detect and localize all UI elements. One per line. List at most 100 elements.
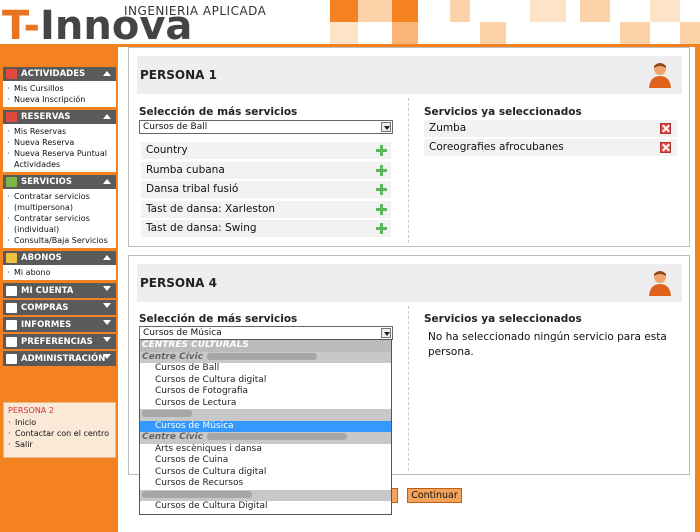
available-service-row: Rumba cubana bbox=[141, 162, 391, 179]
user-link-salir[interactable]: · Salir bbox=[8, 439, 111, 450]
logo[interactable]: T- Innova bbox=[2, 3, 193, 44]
dropdown-subgroup bbox=[140, 489, 391, 501]
chevron-up-icon bbox=[103, 114, 111, 119]
card-icon bbox=[6, 253, 17, 263]
sidebar-section-preferencias[interactable]: PREFERENCIAS bbox=[3, 334, 116, 349]
sidebar-item-nueva-reserva[interactable]: · Nueva Reserva bbox=[7, 137, 116, 148]
sidebar-section-reservas[interactable]: RESERVAS bbox=[3, 110, 116, 124]
available-service-row: Tast de dansa: Xarleston bbox=[141, 201, 391, 218]
dropdown-option[interactable]: Cursos de Recursos bbox=[140, 478, 391, 490]
more-services-label: Selección de más servicios bbox=[139, 106, 298, 118]
chevron-down-icon bbox=[103, 320, 111, 325]
dropdown-option[interactable]: Cursos de Lectura bbox=[140, 398, 391, 410]
sidebar-section-informes[interactable]: INFORMES bbox=[3, 317, 116, 332]
user-icon bbox=[6, 285, 17, 296]
sidebar-item-consulta-baja[interactable]: · Consulta/Baja Servicios bbox=[7, 235, 116, 246]
sidebar-section-servicios[interactable]: SERVICIOS bbox=[3, 175, 116, 189]
column-divider bbox=[408, 98, 409, 243]
delete-icon[interactable] bbox=[660, 142, 671, 153]
right-band bbox=[695, 44, 700, 532]
chart-icon bbox=[6, 319, 17, 330]
sidebar-section-actividades[interactable]: ACTIVIDADES bbox=[3, 67, 116, 81]
dropdown-subgroup bbox=[140, 409, 391, 421]
redacted-text bbox=[207, 433, 348, 440]
panel-header: PERSONA 1 bbox=[137, 56, 682, 94]
selected-services-label: Servicios ya seleccionados bbox=[424, 313, 582, 325]
chevron-down-icon bbox=[103, 354, 111, 359]
user-box: PERSONA 2 · Inicio · Contactar con el cent… bbox=[3, 402, 116, 458]
service-dropdown-list[interactable]: CENTRES CULTURALS Centre Cívic Cursos de… bbox=[139, 339, 392, 515]
selected-service-row: Zumba bbox=[424, 120, 677, 137]
dropdown-option[interactable]: Cursos de Cultura Digital bbox=[140, 501, 391, 513]
dropdown-option[interactable]: Cursos de Cultura digital bbox=[140, 375, 391, 387]
admin-icon bbox=[6, 353, 17, 364]
chevron-down-icon bbox=[103, 337, 111, 342]
calendar-icon bbox=[6, 69, 17, 79]
dropdown-group: CENTRES CULTURALS bbox=[140, 340, 391, 352]
sidebar-section-compras[interactable]: COMPRAS bbox=[3, 300, 116, 315]
panel-title: PERSONA 4 bbox=[140, 276, 217, 290]
sidebar-section-abonos[interactable]: ABONOS bbox=[3, 251, 116, 265]
calendar-icon bbox=[6, 112, 17, 122]
sidebar-item-contratar-multipersona[interactable]: · Contratar servicios (multipersona) bbox=[7, 191, 116, 213]
dropdown-option[interactable]: Cursos de Cultura digital bbox=[140, 467, 391, 479]
chevron-up-icon bbox=[103, 255, 111, 260]
service-select[interactable]: Cursos de Música bbox=[139, 326, 393, 340]
sidebar-item-nueva-reserva-puntual[interactable]: · Nueva Reserva Puntual Actividades bbox=[7, 148, 116, 170]
dropdown-option[interactable]: Cursos de Ball bbox=[140, 363, 391, 375]
user-avatar-icon bbox=[649, 63, 671, 88]
available-service-row: Country bbox=[141, 142, 391, 159]
header-decoration bbox=[290, 0, 700, 44]
add-icon[interactable] bbox=[376, 204, 387, 215]
add-icon[interactable] bbox=[376, 145, 387, 156]
list-icon bbox=[6, 177, 17, 187]
more-services-label: Selección de más servicios bbox=[139, 313, 298, 325]
add-icon[interactable] bbox=[376, 165, 387, 176]
sidebar-items-abonos: · Mi abono bbox=[3, 265, 116, 280]
dropdown-option[interactable]: Cursos de Cuina bbox=[140, 455, 391, 467]
sidebar-item-mis-reservas[interactable]: · Mis Reservas bbox=[7, 126, 116, 137]
redacted-text bbox=[207, 352, 318, 360]
chevron-up-icon bbox=[103, 71, 111, 76]
empty-selection-message: No ha seleccionado ningún servicio para … bbox=[428, 331, 667, 358]
add-icon[interactable] bbox=[376, 184, 387, 195]
available-service-row: Dansa tribal fusió bbox=[141, 181, 391, 198]
panel-title: PERSONA 1 bbox=[140, 68, 217, 82]
app-header: INGENIERIA APLICADA T- Innova bbox=[0, 0, 700, 44]
gear-icon bbox=[6, 336, 17, 347]
sidebar-item-nueva-inscripcion[interactable]: · Nueva Inscripción bbox=[7, 94, 116, 105]
user-avatar-icon bbox=[649, 271, 671, 296]
current-user: PERSONA 2 bbox=[8, 406, 54, 415]
dropdown-arrow-icon bbox=[381, 122, 391, 132]
column-divider bbox=[408, 306, 409, 471]
user-link-inicio[interactable]: · Inicio bbox=[8, 417, 111, 428]
panel-header: PERSONA 4 bbox=[137, 264, 682, 302]
add-icon[interactable] bbox=[376, 223, 387, 234]
dropdown-option[interactable]: Arts escèniques i dansa bbox=[140, 444, 391, 456]
logo-word: Innova bbox=[40, 3, 193, 44]
dropdown-option-selected[interactable]: Cursos de Música bbox=[140, 420, 391, 432]
logo-t: T- bbox=[2, 3, 41, 44]
sidebar-item-mis-cursillos[interactable]: · Mis Cursillos bbox=[7, 83, 116, 94]
sidebar-items-reservas: · Mis Reservas · Nueva Reserva · Nueva Rese… bbox=[3, 124, 116, 172]
chevron-down-icon bbox=[103, 286, 111, 291]
continue-button[interactable]: Continuar bbox=[407, 488, 462, 503]
service-select[interactable]: Cursos de Ball bbox=[139, 120, 393, 134]
available-service-row: Tast de dansa: Swing bbox=[141, 220, 391, 237]
delete-icon[interactable] bbox=[660, 123, 671, 134]
dropdown-arrow-icon bbox=[381, 328, 391, 338]
sidebar-item-contratar-individual[interactable]: · Contratar servicios (individual) bbox=[7, 213, 116, 235]
persona-panel: PERSONA 1 Selección de más servicios Cur… bbox=[128, 47, 690, 247]
sidebar-item-mi-abono[interactable]: · Mi abono bbox=[7, 267, 116, 278]
cart-icon bbox=[6, 302, 17, 313]
redacted-text bbox=[142, 410, 192, 417]
dropdown-subgroup: Centre Cívic bbox=[140, 351, 391, 363]
dropdown-option[interactable]: Cursos de Fotografia bbox=[140, 386, 391, 398]
selected-service-row: Coreografies afrocubanes bbox=[424, 139, 677, 156]
chevron-down-icon bbox=[103, 303, 111, 308]
sidebar-items-servicios: · Contratar servicios (multipersona) · Con… bbox=[3, 189, 116, 248]
user-link-contactar[interactable]: · Contactar con el centro bbox=[8, 428, 111, 439]
redacted-text bbox=[142, 490, 252, 498]
sidebar-section-administracion[interactable]: ADMINISTRACIÓN bbox=[3, 351, 116, 366]
sidebar-section-mi-cuenta[interactable]: MI CUENTA bbox=[3, 283, 116, 298]
